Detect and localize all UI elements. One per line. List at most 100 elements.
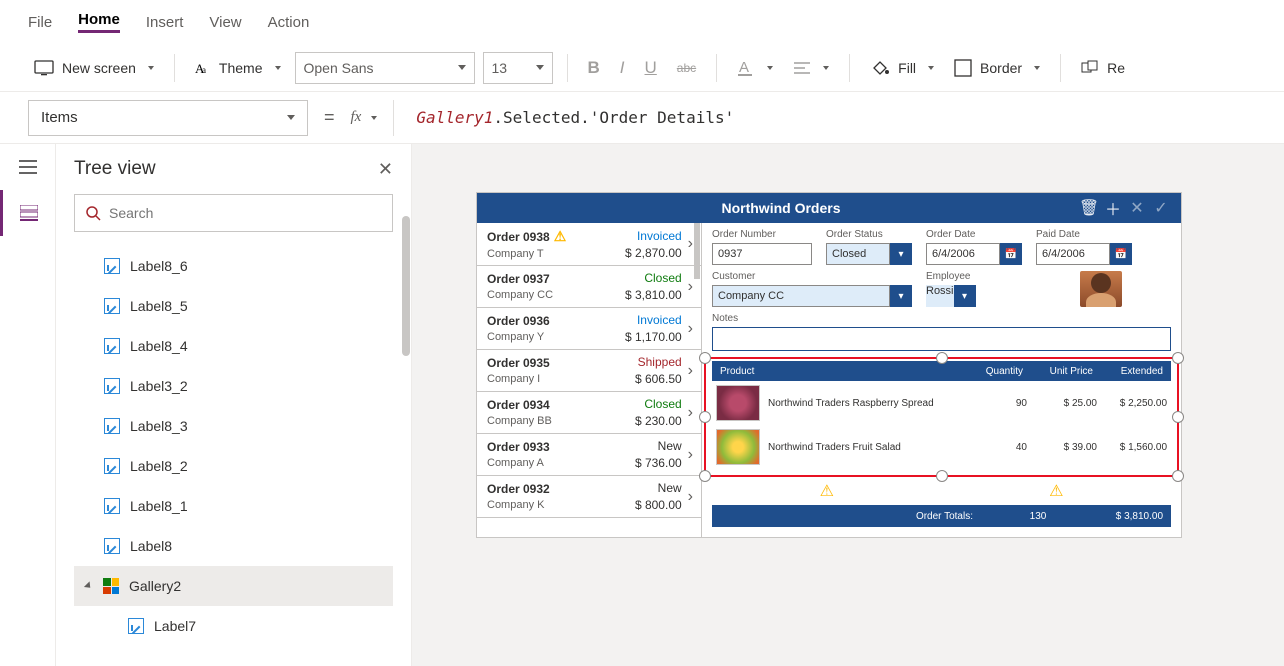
notes-field[interactable] [712,327,1171,351]
trash-icon[interactable]: 🗑 [1077,198,1101,218]
reorder-button[interactable]: Re [1075,56,1131,80]
formula-bar[interactable]: Gallery1.Selected.'Order Details' [410,108,1256,127]
dropdown-button[interactable]: ▾ [890,285,912,307]
tree-item[interactable]: Label8_4 [74,326,393,366]
align-button[interactable] [787,57,835,79]
grid-header-label: Quantity [953,366,1023,377]
totals-amount: $ 3,810.00 [1073,511,1163,522]
chevron-right-icon: › [688,278,693,296]
order-row[interactable]: Order 0933Company A New$ 736.00 › [477,434,701,476]
menu-action[interactable]: Action [268,14,310,31]
grid-row[interactable]: Northwind Traders Fruit Salad 40 $ 39.00… [712,425,1171,469]
chevron-down-icon [275,66,281,70]
tree-scrollbar[interactable] [402,216,410,356]
theme-label: Theme [219,60,263,76]
new-screen-button[interactable]: New screen [28,56,160,80]
calendar-button[interactable]: 📅 [1000,243,1022,265]
property-select[interactable]: Items [28,100,308,136]
resize-handle[interactable] [699,411,711,423]
font-size-select[interactable]: 13 [483,52,553,84]
tree-search-input[interactable] [109,205,382,221]
tree-item[interactable]: Label8_6 [74,246,393,286]
svg-text:a: a [202,65,206,75]
left-rail [0,144,56,666]
chevron-right-icon: › [688,446,693,464]
grid-header-label: Extended [1093,366,1163,377]
menu-view[interactable]: View [209,14,241,31]
dropdown-button[interactable]: ▾ [890,243,912,265]
dropdown-button[interactable]: ▾ [954,285,976,307]
menu-insert[interactable]: Insert [146,14,184,31]
product-qty: 40 [957,442,1027,453]
resize-handle[interactable] [699,470,711,482]
order-row[interactable]: Order 0935Company I Shipped$ 606.50 › [477,350,701,392]
employee-select[interactable]: Rossi [926,285,954,307]
order-row[interactable]: Order 0938⚠Company T Invoiced$ 2,870.00 … [477,223,701,266]
order-date-field[interactable]: 6/4/2006 [926,243,1000,265]
menu-file[interactable]: File [28,14,52,31]
hamburger-button[interactable] [0,144,55,190]
resize-handle[interactable] [936,352,948,364]
calendar-button[interactable]: 📅 [1110,243,1132,265]
underline-button[interactable]: U [639,54,663,82]
font-color-icon: A [737,59,755,77]
cancel-icon[interactable]: ✕ [1125,198,1149,218]
add-icon[interactable]: ＋ [1101,196,1125,220]
confirm-icon[interactable]: ✓ [1149,198,1173,218]
tree-item[interactable]: Label8 [74,526,393,566]
order-row[interactable]: Order 0934Company BB Closed$ 230.00 › [477,392,701,434]
close-pane-button[interactable]: ✕ [378,159,393,180]
main-area: Tree view ✕ Label8_6 Label8_5 Label8_4 L… [0,144,1284,666]
order-row[interactable]: Order 0937Company CC Closed$ 3,810.00 › [477,266,701,308]
fill-button[interactable]: Fill [864,55,940,81]
product-name: Northwind Traders Raspberry Spread [768,398,957,409]
tree-item[interactable]: Label3_2 [74,366,393,406]
selected-gallery[interactable]: Product Quantity Unit Price Extended Nor… [704,357,1179,477]
resize-handle[interactable] [1172,352,1184,364]
field-label: Notes [712,313,1171,324]
label-icon [104,418,120,434]
tree-item[interactable]: Label8_5 [74,286,393,326]
border-button[interactable]: Border [948,55,1046,81]
chevron-down-icon [536,65,544,70]
theme-button[interactable]: Aa Theme [189,56,287,80]
tree-item[interactable]: Label8_3 [74,406,393,446]
tree-item[interactable]: Label7 [74,606,393,646]
strike-button[interactable]: abc [671,57,702,79]
fill-label: Fill [898,60,916,76]
tree-item[interactable]: Label8_2 [74,446,393,486]
paid-date-field[interactable]: 6/4/2006 [1036,243,1110,265]
grid-row[interactable]: Northwind Traders Raspberry Spread 90 $ … [712,381,1171,425]
tree-item[interactable]: Label8_1 [74,486,393,526]
tree-item-label: Label8_5 [130,298,188,314]
app-header: Northwind Orders 🗑 ＋ ✕ ✓ [477,193,1181,223]
order-status-select[interactable]: Closed [826,243,890,265]
resize-handle[interactable] [1172,470,1184,482]
bold-button[interactable]: B [582,54,606,82]
order-row[interactable]: Order 0932Company K New$ 800.00 › [477,476,701,518]
chevron-down-icon [823,66,829,70]
field-label: Order Date [926,229,1022,240]
align-icon [793,61,811,75]
fx-button[interactable]: fx [351,109,378,126]
field-label: Paid Date [1036,229,1132,240]
tree-search[interactable] [74,194,393,232]
font-select[interactable]: Open Sans [295,52,475,84]
field-label: Employee [926,271,1066,282]
order-row[interactable]: Order 0936Company Y Invoiced$ 1,170.00 › [477,308,701,350]
resize-handle[interactable] [699,352,711,364]
customer-select[interactable]: Company CC [712,285,890,307]
expand-icon[interactable] [84,581,93,590]
grid-header-label: Unit Price [1023,366,1093,377]
order-number-field[interactable]: 0937 [712,243,812,265]
product-image [716,385,760,421]
border-icon [954,59,972,77]
tree-view-rail-button[interactable] [0,190,55,236]
menu-home[interactable]: Home [78,11,120,33]
order-detail: Order Number 0937 Order Status Closed▾ O… [702,223,1181,537]
resize-handle[interactable] [936,470,948,482]
italic-button[interactable]: I [614,54,631,82]
resize-handle[interactable] [1172,411,1184,423]
font-color-button[interactable]: A [731,55,779,81]
tree-item-selected[interactable]: Gallery2 [74,566,393,606]
